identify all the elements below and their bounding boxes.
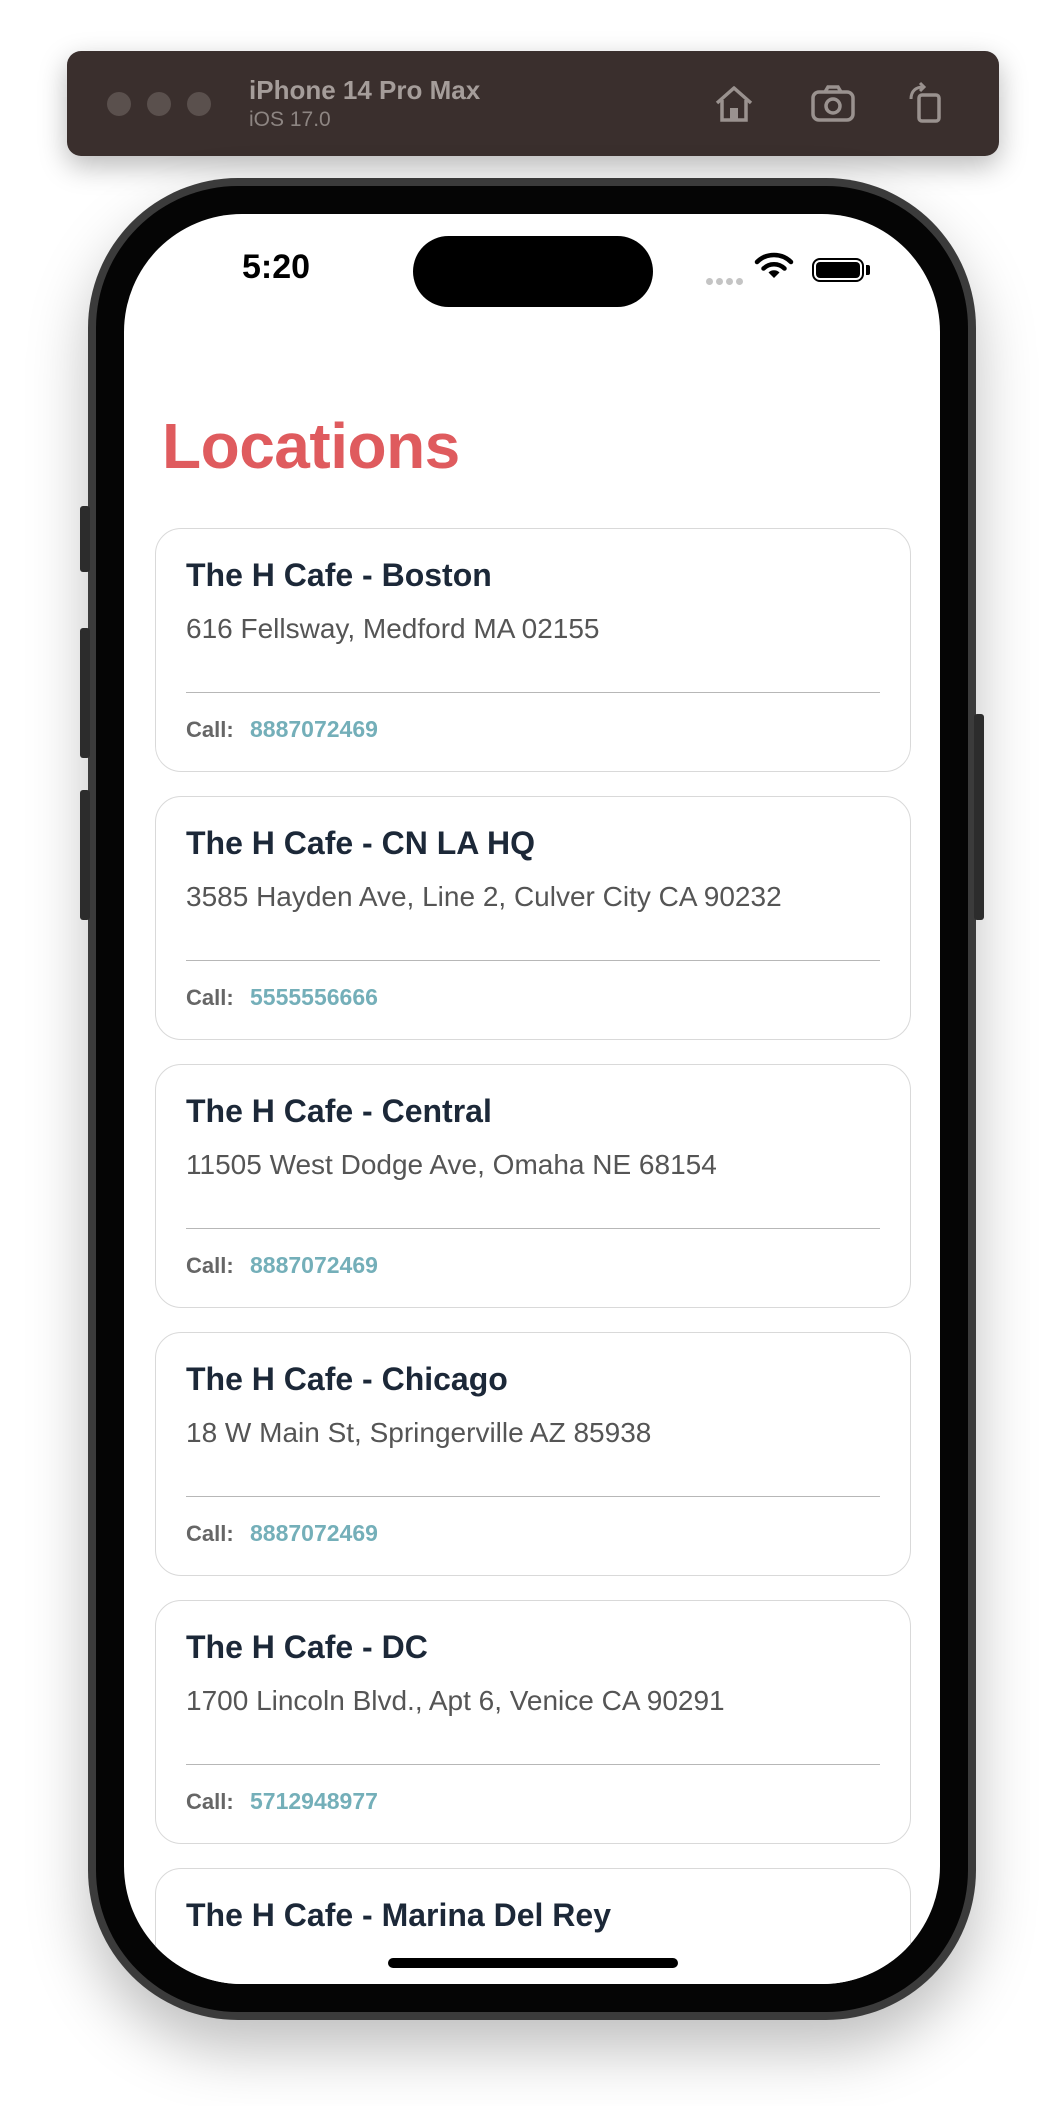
battery-icon	[812, 258, 864, 282]
card-divider	[186, 1496, 880, 1497]
page-title: Locations	[162, 410, 460, 482]
card-divider	[186, 1764, 880, 1765]
wifi-icon	[754, 250, 794, 287]
phone-link[interactable]: 8887072469	[250, 1252, 378, 1279]
window-close-button[interactable]	[107, 92, 131, 116]
phone-link[interactable]: 8887072469	[250, 716, 378, 743]
location-card[interactable]: The H Cafe - CN LA HQ 3585 Hayden Ave, L…	[155, 796, 911, 1040]
card-divider	[186, 1228, 880, 1229]
window-zoom-button[interactable]	[187, 92, 211, 116]
location-name: The H Cafe - DC	[186, 1629, 428, 1665]
card-divider	[186, 960, 880, 961]
phone-link[interactable]: 8887072469	[250, 1520, 378, 1547]
location-address: 1700 Lincoln Blvd., Apt 6, Venice CA 902…	[186, 1685, 725, 1716]
home-indicator[interactable]	[388, 1958, 678, 1968]
power-button	[974, 714, 984, 920]
battery-tip	[866, 265, 870, 275]
os-version: iOS 17.0	[249, 108, 331, 131]
call-label: Call:	[186, 1253, 234, 1278]
call-label: Call:	[186, 1521, 234, 1546]
device-name: iPhone 14 Pro Max	[249, 75, 481, 105]
action-button	[80, 506, 90, 572]
rotate-icon[interactable]	[902, 79, 952, 129]
cellular-signal-icon	[706, 272, 746, 290]
location-name: The H Cafe - Marina Del Rey	[186, 1897, 611, 1933]
location-address: 18 W Main St, Springerville AZ 85938	[186, 1417, 652, 1448]
status-time: 5:20	[242, 248, 311, 286]
screenshot-icon[interactable]	[808, 79, 858, 129]
location-address: 3585 Hayden Ave, Line 2, Culver City CA …	[186, 881, 782, 912]
location-name: The H Cafe - Central	[186, 1093, 492, 1129]
dynamic-island	[413, 236, 653, 307]
location-card[interactable]: The H Cafe - Central 11505 West Dodge Av…	[155, 1064, 911, 1308]
phone-link[interactable]: 5555556666	[250, 984, 378, 1011]
phone-link[interactable]: 5712948977	[250, 1788, 378, 1815]
card-divider	[186, 692, 880, 693]
volume-up-button	[80, 628, 90, 758]
location-name: The H Cafe - Chicago	[186, 1361, 508, 1397]
device-screen: 5:20 Locations The H Cafe - Boston 616 F…	[124, 214, 940, 1984]
location-card[interactable]: The H Cafe - Chicago 18 W Main St, Sprin…	[155, 1332, 911, 1576]
location-name: The H Cafe - CN LA HQ	[186, 825, 536, 861]
call-label: Call:	[186, 717, 234, 742]
call-label: Call:	[186, 1789, 234, 1814]
location-address: 11505 West Dodge Ave, Omaha NE 68154	[186, 1149, 717, 1180]
location-card[interactable]: The H Cafe - DC 1700 Lincoln Blvd., Apt …	[155, 1600, 911, 1844]
simulator-toolbar: iPhone 14 Pro Max iOS 17.0	[67, 51, 999, 156]
locations-list: The H Cafe - Boston 616 Fellsway, Medfor…	[155, 528, 911, 1984]
home-icon[interactable]	[709, 79, 759, 129]
location-address: 616 Fellsway, Medford MA 02155	[186, 613, 600, 644]
location-name: The H Cafe - Boston	[186, 557, 492, 593]
location-card[interactable]: The H Cafe - Boston 616 Fellsway, Medfor…	[155, 528, 911, 772]
call-label: Call:	[186, 985, 234, 1010]
window-minimize-button[interactable]	[147, 92, 171, 116]
volume-down-button	[80, 790, 90, 920]
